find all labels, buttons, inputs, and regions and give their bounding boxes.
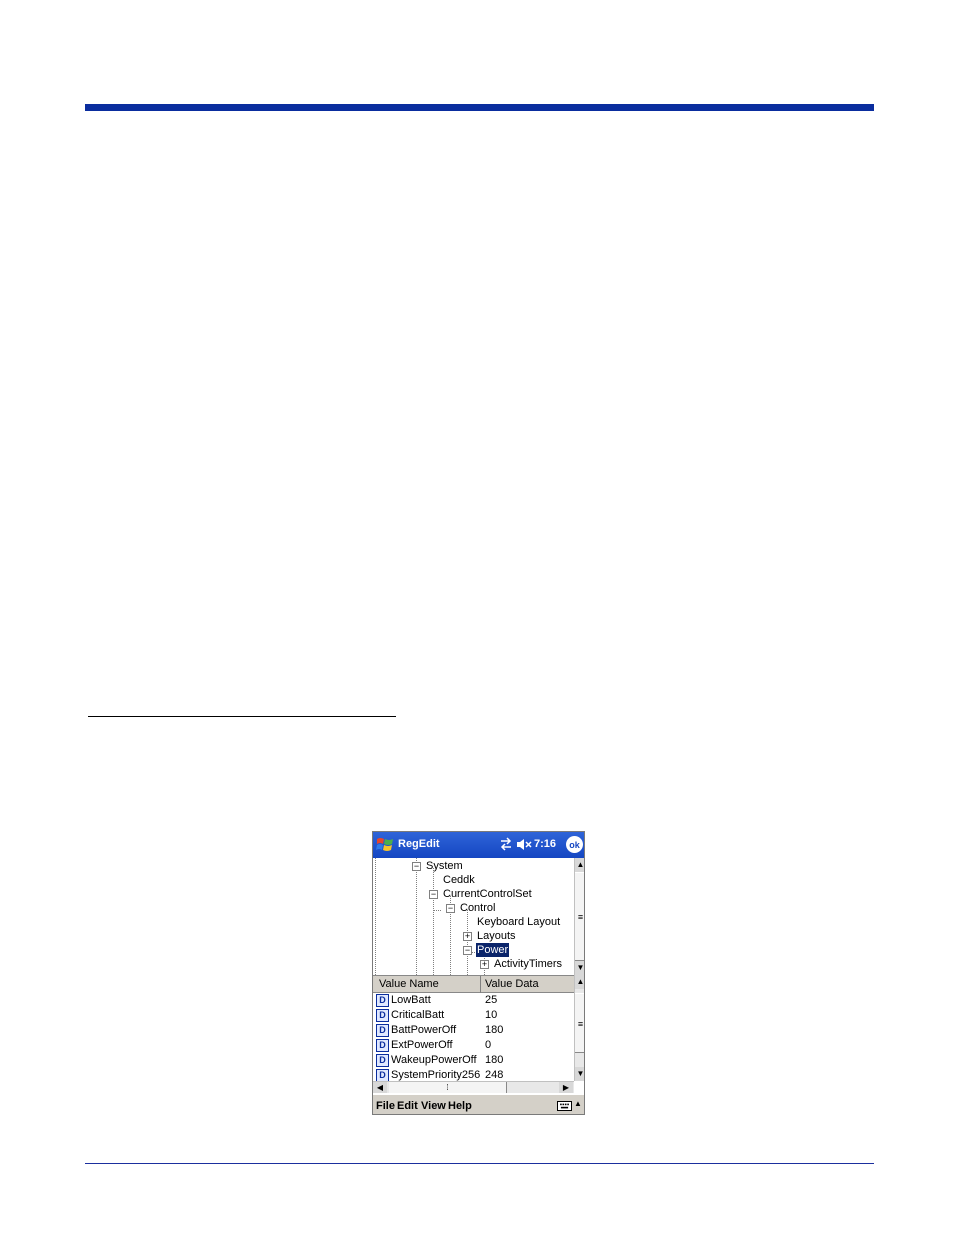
value-data: 180 — [485, 1054, 504, 1066]
scroll-up-icon[interactable]: ▲ — [575, 858, 584, 872]
list-scrollbar[interactable]: ▲ ≡ ▼ — [574, 975, 584, 1081]
menu-bar: File Edit View Help ▲ — [373, 1094, 584, 1114]
scroll-down-icon[interactable]: ▼ — [575, 961, 584, 975]
scroll-left-icon[interactable]: ◀ — [373, 1082, 387, 1093]
value-data: 180 — [485, 1024, 504, 1036]
column-header-value-data[interactable]: Value Data — [485, 978, 539, 990]
tree-node-label: Layouts — [477, 930, 516, 942]
collapse-icon[interactable]: − — [412, 862, 421, 871]
list-item[interactable]: D LowBatt 25 — [373, 993, 574, 1008]
tree-node-label: CurrentControlSet — [443, 888, 532, 900]
value-name: LowBatt — [391, 994, 431, 1006]
keyboard-icon[interactable] — [557, 1101, 572, 1111]
scroll-right-icon[interactable]: ▶ — [559, 1082, 573, 1093]
list-item[interactable]: D ExtPowerOff 0 — [373, 1038, 574, 1053]
value-name: BattPowerOff — [391, 1024, 457, 1036]
scroll-up-icon[interactable]: ▲ — [575, 975, 584, 989]
value-name: SystemPriority256 — [391, 1069, 481, 1081]
app-title: RegEdit — [398, 838, 440, 850]
tree-node-label: Ceddk — [443, 874, 475, 886]
values-list[interactable]: D LowBatt 25 D CriticalBatt 10 D BattPow… — [373, 993, 574, 1081]
tree-node-currentcontrolset[interactable]: − CurrentControlSet — [373, 887, 574, 901]
expand-icon[interactable]: + — [480, 960, 489, 969]
dword-value-icon: D — [376, 994, 389, 1007]
value-data: 0 — [485, 1039, 492, 1051]
scroll-down-icon[interactable]: ▼ — [575, 1067, 584, 1081]
tree-scrollbar[interactable]: ▲ ≡ ▼ — [574, 858, 584, 975]
value-data: 10 — [485, 1009, 498, 1021]
tree-node-keyboard-layout[interactable]: Keyboard Layout — [373, 915, 574, 929]
dword-value-icon: D — [376, 1009, 389, 1022]
tree-node-activitytimers[interactable]: + ActivityTimers — [373, 957, 574, 971]
menu-edit[interactable]: Edit — [397, 1100, 418, 1112]
tree-node-ceddk[interactable]: Ceddk — [373, 873, 574, 887]
menu-view[interactable]: View — [421, 1100, 446, 1112]
footnote-rule — [88, 716, 396, 717]
dword-value-icon: D — [376, 1069, 389, 1081]
value-name: ExtPowerOff — [391, 1039, 453, 1051]
list-item[interactable]: D CriticalBatt 10 — [373, 1008, 574, 1023]
clock[interactable]: 7:16 — [534, 838, 556, 850]
menu-help[interactable]: Help — [448, 1100, 472, 1112]
menu-file[interactable]: File — [376, 1100, 395, 1112]
collapse-icon[interactable]: − — [446, 904, 455, 913]
bottom-rule — [85, 1163, 874, 1164]
dword-value-icon: D — [376, 1054, 389, 1067]
tree-node-layouts[interactable]: + Layouts — [373, 929, 574, 943]
value-name: WakeupPowerOff — [391, 1054, 477, 1066]
tree-node-power[interactable]: − Power — [373, 942, 574, 958]
dword-value-icon: D — [376, 1024, 389, 1037]
registry-tree[interactable]: − System Ceddk − CurrentControlSet − Con… — [373, 858, 574, 975]
tree-node-label-selected: Power — [474, 942, 511, 958]
windows-start-flag-icon[interactable] — [375, 835, 395, 855]
input-panel-arrow-icon[interactable]: ▲ — [574, 1099, 582, 1108]
title-bar: RegEdit 7:16 ok — [373, 832, 584, 858]
tree-node-label: Control — [460, 902, 496, 914]
collapse-icon[interactable]: − — [463, 946, 472, 955]
tree-node-label: System — [426, 860, 463, 872]
ok-button[interactable]: ok — [566, 836, 583, 853]
list-hscrollbar[interactable]: ◀ ⁞ ▶ — [373, 1081, 574, 1093]
value-name: CriticalBatt — [391, 1009, 445, 1021]
dword-value-icon: D — [376, 1039, 389, 1052]
tree-node-control[interactable]: − Control — [373, 901, 574, 915]
list-item[interactable]: D WakeupPowerOff 180 — [373, 1053, 574, 1068]
list-header: Value Name Value Data — [373, 975, 574, 993]
value-data: 25 — [485, 994, 498, 1006]
list-item[interactable]: D BattPowerOff 180 — [373, 1023, 574, 1038]
value-data: 248 — [485, 1069, 504, 1081]
column-divider[interactable] — [480, 976, 481, 993]
top-rule — [85, 104, 874, 111]
expand-icon[interactable]: + — [463, 932, 472, 941]
list-item[interactable]: D SystemPriority256 248 — [373, 1068, 574, 1081]
hscroll-thumb[interactable]: ⁞ — [389, 1082, 507, 1093]
tree-node-label: Keyboard Layout — [477, 916, 561, 928]
collapse-icon[interactable]: − — [429, 890, 438, 899]
column-header-value-name[interactable]: Value Name — [379, 978, 439, 990]
connectivity-icon[interactable] — [499, 837, 513, 851]
scroll-thumb[interactable]: ≡ — [575, 872, 584, 961]
scroll-thumb[interactable]: ≡ — [575, 993, 584, 1053]
regedit-screenshot: RegEdit 7:16 ok − System Ceddk − Current… — [372, 831, 585, 1115]
tree-node-label: ActivityTimers — [494, 958, 563, 970]
tree-node-system[interactable]: − System — [373, 859, 574, 873]
speaker-muted-icon[interactable] — [516, 838, 532, 851]
